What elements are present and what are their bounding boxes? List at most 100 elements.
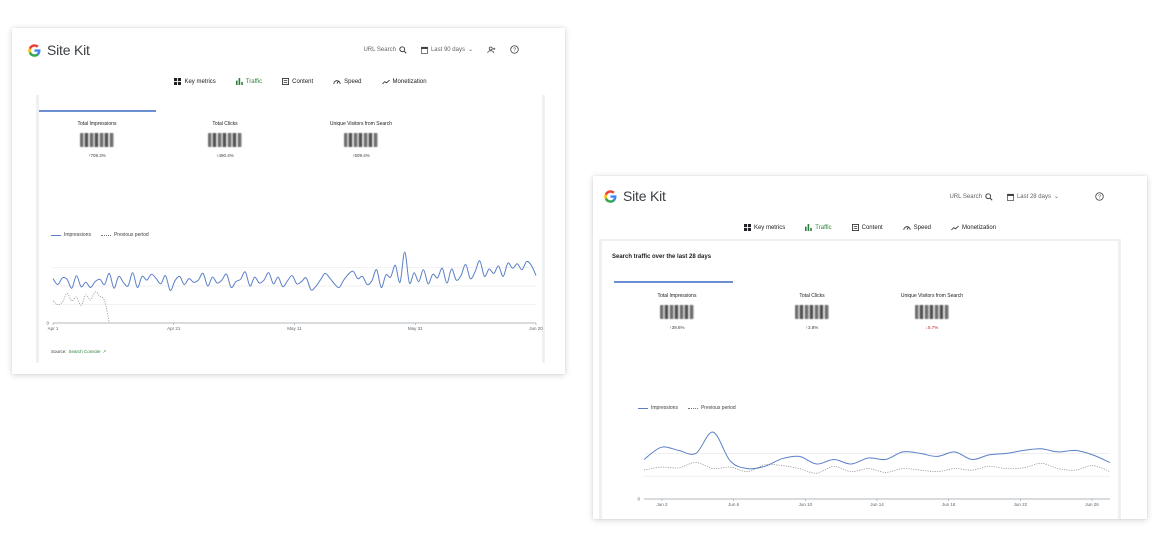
grid-icon [174,78,182,85]
traffic-panel: Search traffic over the last 28 days Tot… [599,239,1121,519]
content-icon [851,224,859,231]
brand-name: Site Kit [623,188,666,204]
composite-stage: Site Kit URL Search Last 90 days ⌄ ? Key… [0,0,1164,557]
metric-label: Unique Visitors from Search [329,121,393,127]
tab-monetization[interactable]: Monetization [381,78,427,85]
bar-chart-icon [235,78,243,85]
series-line-previous-period [52,291,110,324]
series-line-previous-period [643,462,1111,474]
tab-key-metrics[interactable]: Key metrics [743,224,786,231]
add-user-icon[interactable] [487,46,496,54]
url-search-button[interactable]: URL Search [363,45,407,54]
search-icon [399,45,407,54]
metric-total-clicks[interactable]: Total Clicks ↑3.8% [762,293,862,330]
y-tick-label: 0 [637,497,640,502]
tab-label: Key metrics [184,78,216,85]
svg-text:?: ? [1098,194,1101,200]
source-attribution: Source: Search Console ↗ [51,349,106,355]
redacted-value [915,305,949,319]
tab-speed[interactable]: Speed [333,78,362,85]
google-g-icon [604,189,617,203]
calendar-icon [421,46,428,54]
legend-dash-swatch [100,234,111,236]
x-tick-label: Jun 18 [942,502,956,507]
redacted-value [660,305,694,319]
content-icon [282,78,290,85]
legend-dash-swatch [687,407,698,409]
metric-label: Total Clicks [212,121,238,127]
x-tick-label: Apr 1 [48,326,59,331]
tab-label: Key metrics [753,224,786,231]
metric-change: 490.4% [218,153,234,158]
url-search-button[interactable]: URL Search [949,192,993,201]
metric-change: 509.4% [354,153,370,158]
app-header: Site Kit URL Search Last 90 days ⌄ ? [12,28,565,74]
x-tick-label: Jun 10 [799,502,813,507]
legend-label: Previous period [113,232,149,238]
google-g-icon [28,43,41,57]
header-actions: URL Search Last 90 days ⌄ ? [363,45,519,54]
site-kit-screenshot-90-days: Site Kit URL Search Last 90 days ⌄ ? Key… [12,28,565,374]
metric-change: 3.8% [807,325,819,330]
y-tick-label: 0 [46,321,49,326]
date-range-selector[interactable]: Last 90 days ⌄ [421,46,473,54]
site-kit-logo[interactable]: Site Kit [27,42,90,58]
date-range-label: Last 28 days [1016,193,1051,200]
metric-total-impressions[interactable]: Total Impressions ↑709.3% [47,121,147,158]
tab-traffic[interactable]: Traffic [805,224,832,231]
tab-traffic[interactable]: Traffic [235,78,262,85]
series-line-impressions [643,431,1111,470]
metric-total-impressions[interactable]: Total Impressions ↑39.6% [627,293,727,330]
legend-previous: Previous period [100,232,149,238]
tab-content[interactable]: Content [851,224,883,231]
series-line-impressions [52,251,537,291]
legend-label: Previous period [700,405,736,411]
bar-chart-icon [805,224,813,231]
tab-speed[interactable]: Speed [903,224,931,231]
help-icon[interactable]: ? [1095,192,1104,201]
active-metric-indicator [39,110,156,112]
impressions-line-chart: 0 Jun 2 Jun 6 Jun 10 Jun 14 Jun 18 Jun 22 Jun 2… [637,431,1111,507]
metric-change: 709.3% [90,153,106,158]
external-link-icon[interactable]: ↗ [103,349,107,355]
redacted-value [344,133,378,147]
date-range-label: Last 90 days [430,46,465,53]
x-tick-label: May 11 [287,326,302,331]
metric-unique-visitors[interactable]: Unique Visitors from Search ↑509.4% [301,121,421,158]
legend-line-swatch [51,234,61,236]
url-search-label: URL Search [949,193,982,200]
url-search-label: URL Search [363,46,396,53]
tab-monetization[interactable]: Monetization [951,224,996,231]
x-tick-label: Jun 6 [728,502,740,507]
help-icon[interactable]: ? [510,45,519,54]
brand-name: Site Kit [47,42,90,58]
legend-impressions: Impressions [638,405,678,411]
metric-unique-visitors[interactable]: Unique Visitors from Search ↓5.7% [872,293,992,330]
tab-label: Traffic [815,224,832,231]
impressions-line-chart: 0Apr 1 Apr 21 May 11 May 31 Jun 20 [46,251,543,331]
nav-tabs: Key metrics Traffic Content Speed Moneti… [12,78,565,85]
redacted-value [208,133,242,147]
tab-label: Speed [913,224,932,231]
metric-label: Total Clicks [799,293,825,299]
x-tick-label: Jun 26 [1085,502,1099,507]
search-console-link[interactable]: Search Console [69,349,101,355]
trend-icon [381,79,390,84]
chevron-down-icon: ⌄ [467,47,473,53]
date-range-selector[interactable]: Last 28 days ⌄ [1007,193,1059,201]
x-tick-label: Apr 21 [167,326,181,331]
tab-content[interactable]: Content [282,78,313,85]
site-kit-screenshot-28-days: Site Kit URL Search Last 28 days ⌄ ? Key… [593,176,1147,519]
site-kit-logo[interactable]: Site Kit [603,188,666,204]
x-tick-label: Jun 14 [870,502,884,507]
redacted-value [795,305,829,319]
tab-key-metrics[interactable]: Key metrics [174,78,216,85]
grid-icon [743,224,751,231]
search-icon [985,192,993,201]
source-prefix: Source: [51,349,67,354]
metric-label: Total Impressions [77,121,117,127]
chevron-down-icon: ⌄ [1053,194,1059,200]
metric-total-clicks[interactable]: Total Clicks ↑490.4% [175,121,275,158]
metric-change: 39.6% [671,325,685,330]
legend-label: Impressions [64,232,91,238]
